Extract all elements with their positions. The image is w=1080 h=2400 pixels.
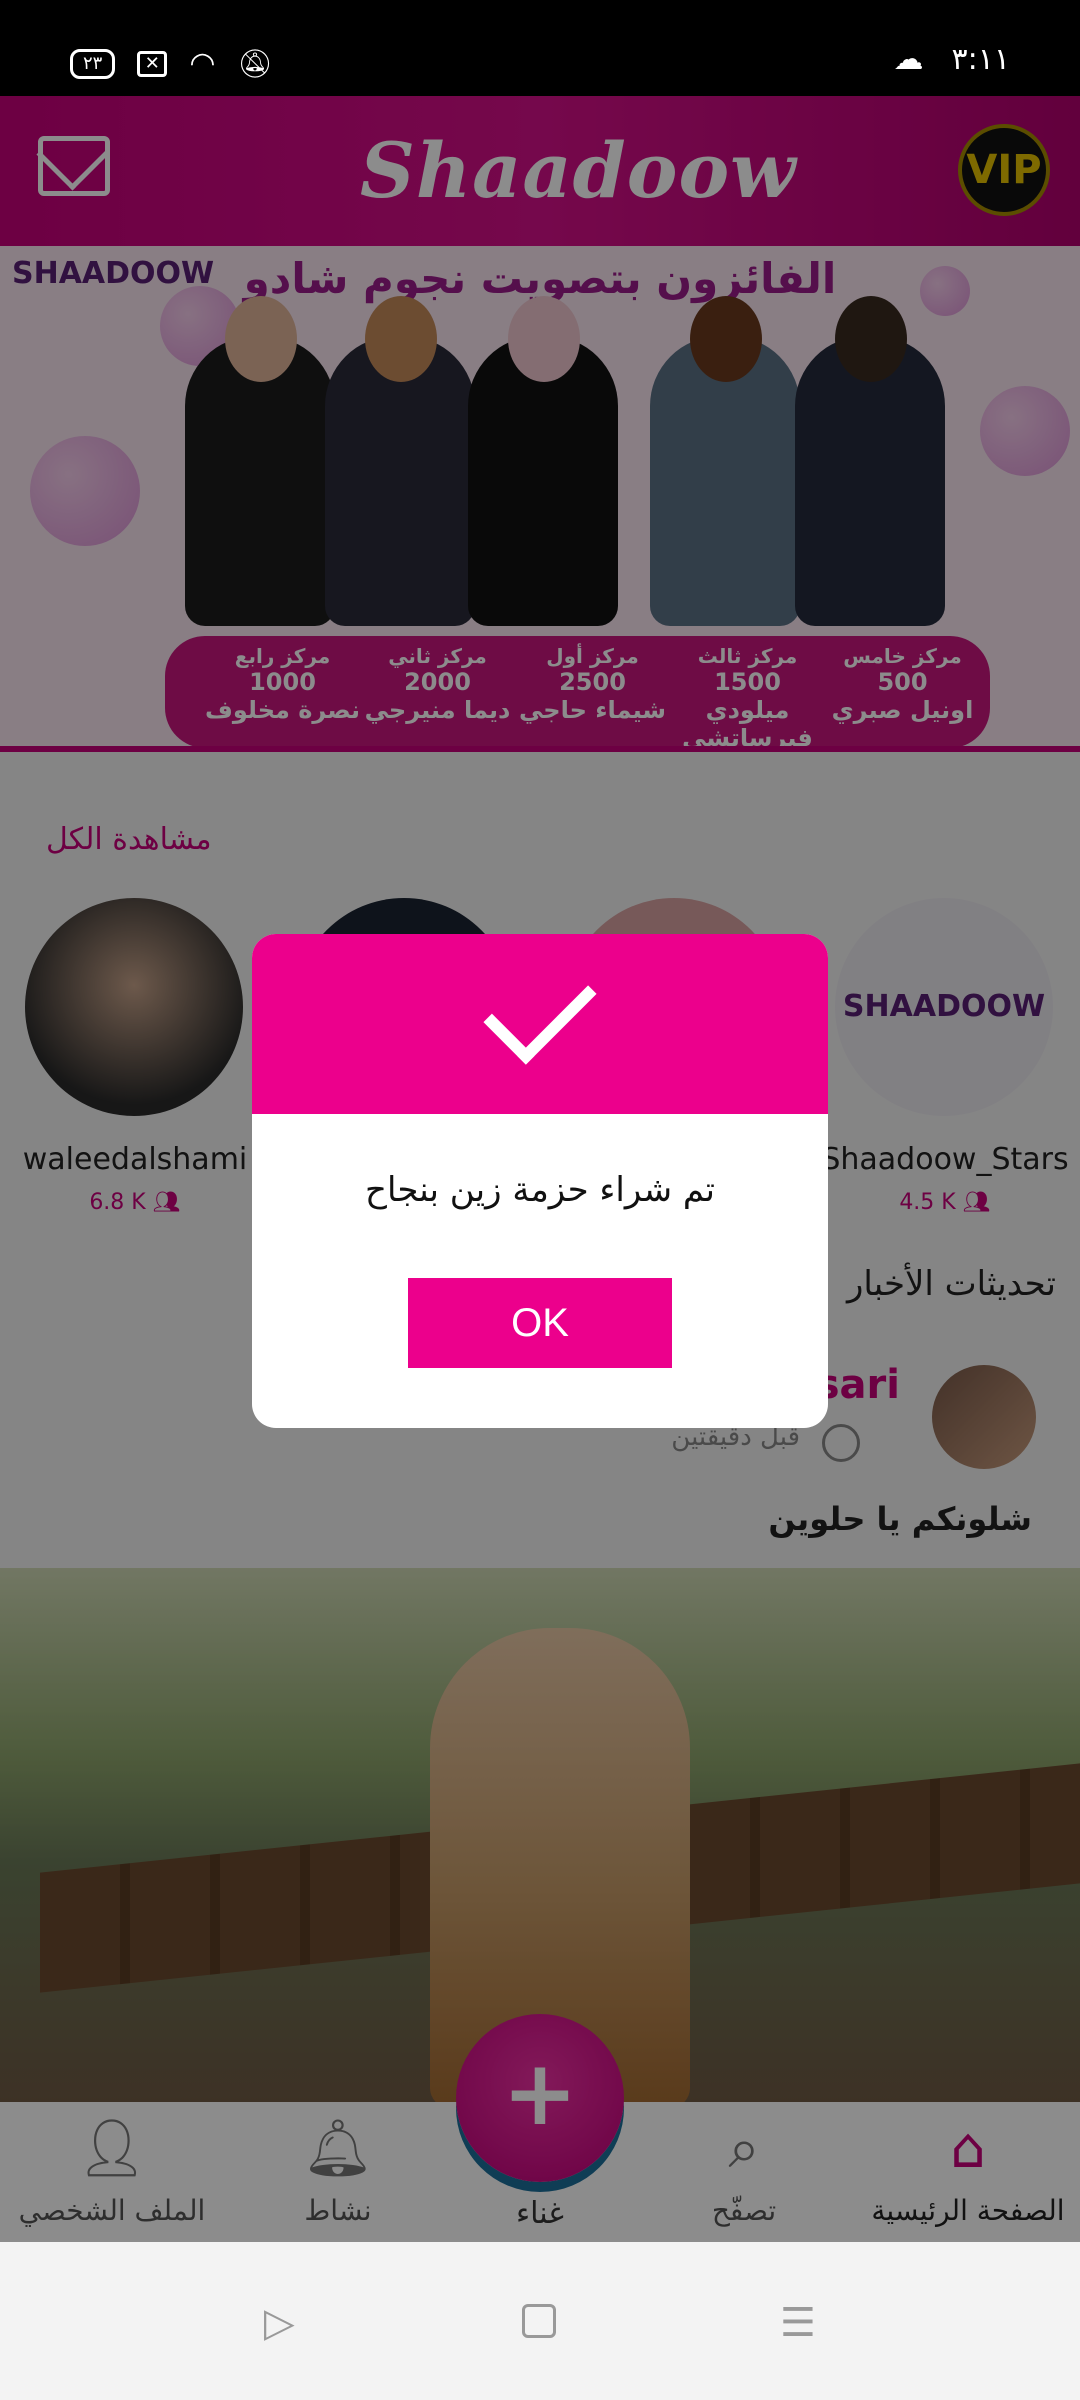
success-dialog: تم شراء حزمة زين بنجاح OK (252, 934, 828, 1428)
dialog-message: تم شراء حزمة زين بنجاح (365, 1170, 715, 1210)
status-icons-right: ☁ ٣:١١ (894, 42, 1010, 77)
cloud-icon: ☁ (893, 42, 924, 77)
checkmark-icon (483, 951, 597, 1065)
status-icons-left: ٢٣ ✕ ◠ 🔕︎ (70, 46, 273, 81)
menu-icon[interactable]: ☰ (780, 2300, 820, 2346)
status-time: ٣:١١ (951, 42, 1010, 77)
dialog-header (252, 934, 828, 1114)
app-screen: ٢٣ ✕ ◠ 🔕︎ ☁ ٣:١١ Shaadoow VIP SHAADOOW ا… (0, 0, 1080, 2400)
system-navigation-bar: ▷ ☰ (0, 2242, 1080, 2400)
mute-icon: 🔕︎ (237, 47, 274, 80)
wifi-icon: ◠ (189, 46, 216, 81)
home-square-icon[interactable] (522, 2304, 556, 2338)
screenshot-icon: ✕ (137, 50, 168, 77)
status-bar: ٢٣ ✕ ◠ 🔕︎ ☁ ٣:١١ (0, 0, 1080, 96)
play-icon[interactable]: ▷ (264, 2300, 304, 2346)
ok-button[interactable]: OK (408, 1278, 672, 1368)
notification-count-badge: ٢٣ (70, 48, 116, 79)
